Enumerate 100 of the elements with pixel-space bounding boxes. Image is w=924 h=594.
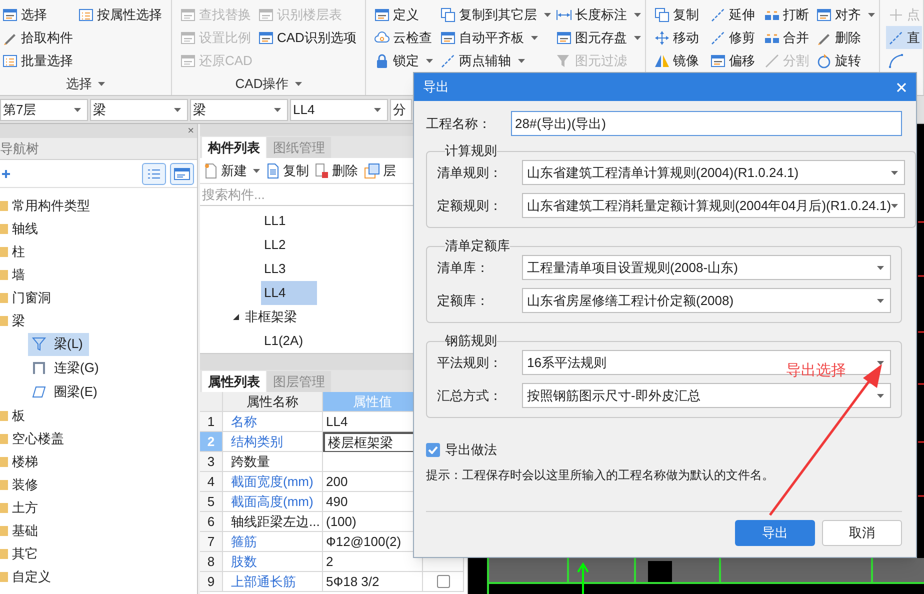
column-header: 属性名称 — [223, 392, 323, 412]
table-cell: 5Ф18 3/2 — [323, 572, 423, 592]
tree-item[interactable]: 墙 — [0, 263, 197, 286]
tree-item[interactable]: 板 — [0, 404, 197, 427]
panel-title: 导航树 — [0, 140, 39, 158]
tree-item[interactable]: 其它 — [0, 542, 197, 565]
tree-item[interactable]: 空心楼盖 — [0, 427, 197, 450]
row-number: 4 — [200, 472, 223, 492]
ribbon-button[interactable]: 批量选择 — [0, 49, 75, 72]
tab[interactable]: 属性列表 — [202, 371, 266, 392]
dialog-title: 导出 — [423, 78, 449, 96]
dropdown-field[interactable]: 第7层 — [0, 98, 88, 120]
ribbon-button[interactable]: 两点辅轴 — [438, 49, 527, 72]
hint-text: 提示：工程保存时会以这里所输入的工程名称做为默认的文件名。 — [426, 467, 775, 484]
field-label: 工程名称： — [426, 114, 492, 133]
ribbon-button[interactable]: 复制 — [652, 3, 701, 26]
row-number: 1 — [200, 412, 223, 432]
tree-item[interactable]: 常用构件类型 — [0, 194, 197, 217]
group-label[interactable]: 选择 — [66, 74, 105, 94]
tree-item[interactable]: 梁(L) — [28, 332, 89, 356]
group-label[interactable]: CAD操作 — [235, 74, 302, 94]
dropdown-field[interactable]: 山东省建筑工程消耗量定额计算规则(2004年04月后)(R1.0.24.1) — [522, 193, 906, 218]
field-label: 汇总方式： — [437, 386, 503, 405]
tree-item[interactable]: 轴线 — [0, 217, 197, 240]
dropdown-field[interactable]: 工程量清单项目设置规则(2008-山东) — [522, 255, 891, 280]
field-label: 定额库： — [437, 292, 490, 310]
ribbon-button[interactable]: 偏移 — [708, 49, 757, 72]
ribbon-button[interactable]: 按属性选择 — [76, 3, 164, 26]
list-item[interactable]: L1(2A) — [261, 329, 306, 353]
list-item[interactable]: LL4 — [261, 281, 317, 305]
ribbon-button[interactable]: 复制到其它层 — [438, 3, 553, 26]
table-cell: 上部通长筋 — [223, 572, 323, 592]
list-item[interactable]: LL1 — [261, 209, 317, 233]
dropdown-field[interactable]: 按照钢筋图示尺寸-即外皮汇总 — [522, 383, 891, 408]
list-item[interactable]: LL2 — [261, 233, 317, 257]
ribbon-button[interactable]: 拾取构件 — [0, 26, 75, 49]
ribbon-button[interactable]: 长度标注 — [554, 3, 643, 26]
group-title: 钢筋规则 — [445, 333, 497, 349]
ribbon-button[interactable]: 打断 — [762, 3, 811, 26]
checkbox-label: 导出做法 — [445, 441, 497, 460]
toolbar-button[interactable]: 复制 — [266, 160, 309, 180]
row-number: 2 — [200, 432, 223, 452]
group-title: 计算规则 — [445, 143, 497, 159]
ribbon-button[interactable]: 镜像 — [652, 49, 701, 72]
input-field[interactable]: 28#(导出)(导出) — [511, 111, 902, 136]
ribbon-button[interactable]: CAD识别选项 — [256, 26, 358, 49]
list-item[interactable]: 非框架梁 — [230, 305, 300, 329]
close-button[interactable]: × — [188, 126, 194, 136]
tree-item[interactable]: 连梁(G) — [28, 356, 105, 380]
ribbon-button[interactable]: 删除 — [814, 26, 863, 49]
tree-item[interactable]: 基础 — [0, 519, 197, 542]
row-number: 7 — [200, 532, 223, 552]
toolbar-button[interactable]: 新建 — [204, 160, 260, 180]
group-title: 清单定额库 — [445, 238, 510, 254]
table-cell: 箍筋 — [223, 532, 323, 552]
ribbon-button[interactable]: 延伸 — [708, 3, 757, 26]
dropdown-field[interactable]: 分 — [390, 98, 412, 120]
dialog-button[interactable]: 取消 — [822, 520, 902, 546]
tree-item[interactable]: 楼梯 — [0, 450, 197, 473]
ribbon-button[interactable]: 旋转 — [814, 49, 863, 72]
tree-item[interactable]: 圈梁(E) — [28, 380, 104, 404]
ribbon-button[interactable]: 锁定 — [372, 49, 435, 72]
dropdown-field[interactable]: 梁 — [90, 98, 188, 120]
ribbon-button[interactable]: 直 — [886, 26, 922, 49]
tree-item[interactable]: 土方 — [0, 496, 197, 519]
tree-item[interactable]: 门窗洞 — [0, 286, 197, 309]
ribbon-button[interactable]: 自动平齐板 — [438, 26, 540, 49]
table-cell: 肢数 — [223, 552, 323, 572]
toolbar-button[interactable]: 层 — [364, 160, 396, 180]
dropdown-field[interactable]: LL4 — [290, 98, 388, 120]
ribbon-button[interactable]: 云检查 — [372, 26, 434, 49]
ribbon-button[interactable]: 移动 — [652, 26, 701, 49]
row-number: 5 — [200, 492, 223, 512]
tab[interactable]: 构件列表 — [202, 137, 266, 158]
ribbon-button[interactable]: 选择 — [0, 3, 49, 26]
row-number: 8 — [200, 552, 223, 572]
dialog-button[interactable]: 导出 — [735, 520, 815, 546]
row-number: 3 — [200, 452, 223, 472]
table-cell: 跨数量 — [223, 452, 323, 472]
list-item[interactable]: LL3 — [261, 257, 317, 281]
toolbar-button[interactable]: 删除 — [315, 160, 358, 180]
row-number: 6 — [200, 512, 223, 532]
tree-item[interactable]: 装修 — [0, 473, 197, 496]
dropdown-field[interactable]: 山东省房屋修缮工程计价定额(2008) — [522, 288, 891, 313]
dropdown-field[interactable]: 梁 — [190, 98, 288, 120]
field-label: 清单库： — [437, 258, 490, 277]
ribbon-button[interactable]: 修剪 — [708, 26, 757, 49]
ribbon-button[interactable]: 定义 — [372, 3, 421, 26]
table-cell: 截面高度(mm) — [223, 492, 323, 512]
ribbon-button[interactable]: 对齐 — [814, 3, 877, 26]
tree-item[interactable]: 自定义 — [0, 565, 197, 588]
tree-item[interactable]: 梁 — [0, 309, 197, 332]
row-number: 9 — [200, 572, 223, 592]
ribbon-button[interactable]: 图元存盘 — [554, 26, 643, 49]
tree-item[interactable]: 柱 — [0, 240, 197, 263]
field-label: 清单规则： — [437, 164, 503, 182]
table-cell: 轴线距梁左边... — [223, 512, 323, 532]
dropdown-field[interactable]: 山东省建筑工程清单计算规则(2004)(R1.0.24.1) — [522, 160, 906, 185]
table-cell: 截面宽度(mm) — [223, 472, 323, 492]
ribbon-button[interactable]: 合并 — [762, 26, 811, 49]
